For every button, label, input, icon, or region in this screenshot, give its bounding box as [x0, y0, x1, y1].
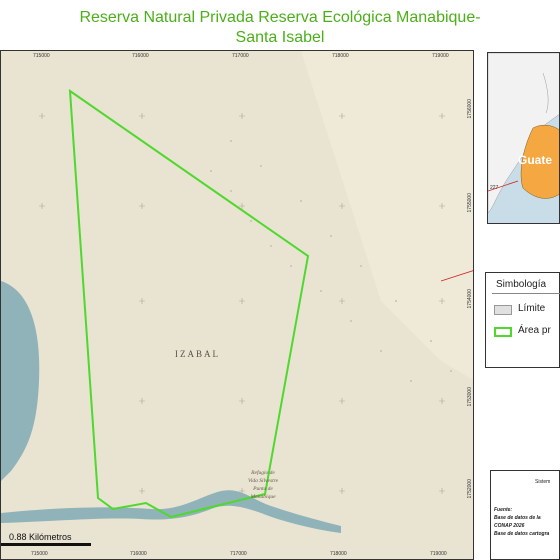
scale-bar — [1, 543, 91, 546]
x-tick-bottom: 718000 — [330, 551, 347, 557]
info-line: Base de datos cartogra — [494, 531, 550, 537]
y-tick-right: 1755000 — [467, 193, 473, 213]
main-map-frame[interactable]: 715000 716000 717000 718000 719000 71500… — [0, 50, 474, 560]
legend-divider — [492, 293, 560, 294]
inset-map[interactable]: 227 Guate — [487, 52, 560, 224]
x-tick-top: 718000 — [332, 53, 349, 59]
y-tick-right: 1752000 — [467, 479, 473, 499]
refuge-line: Refugio de — [251, 470, 275, 476]
y-tick-right: 1756000 — [467, 99, 473, 119]
legend-swatch-protected-area — [494, 327, 512, 337]
legend-panel: Simbología Límite Área pr — [485, 272, 560, 368]
refuge-line: Vida Silvestre — [247, 478, 279, 484]
x-tick-bottom: 719000 — [430, 551, 447, 557]
info-line: Base de datos de la — [494, 515, 541, 521]
legend-title: Simbología — [496, 279, 547, 290]
scale-label: 0.88 Kilómetros — [9, 532, 72, 542]
x-tick-top: 715000 — [33, 53, 50, 59]
inset-canvas — [488, 53, 559, 223]
y-tick-right: 1754000 — [467, 289, 473, 309]
x-tick-bottom: 717000 — [230, 551, 247, 557]
legend-swatch-limit — [494, 305, 512, 315]
title-line-2: Santa Isabel — [235, 29, 325, 46]
refuge-line: Manabique — [250, 494, 276, 500]
x-tick-bottom: 716000 — [130, 551, 147, 557]
legend-label-limit: Límite — [518, 303, 546, 314]
x-tick-top: 716000 — [132, 53, 149, 59]
y-tick-right: 1753000 — [467, 387, 473, 407]
region-label: IZABAL — [175, 349, 220, 359]
x-tick-bottom: 715000 — [31, 551, 48, 557]
info-system: Sistem — [535, 479, 551, 485]
map-title: Reserva Natural Privada Reserva Ecológic… — [0, 8, 560, 48]
info-line: CONAP 2026 — [494, 523, 525, 529]
x-tick-top: 717000 — [232, 53, 249, 59]
inset-tick-label: 227 — [490, 185, 499, 191]
info-source-label: Fuente: — [494, 507, 513, 513]
x-tick-top: 719000 — [432, 53, 449, 59]
legend-label-protected-area: Área pr — [518, 325, 551, 336]
inset-country-label: Guate — [518, 153, 553, 167]
info-panel: Sistem Fuente: Base de datos de la CONAP… — [490, 470, 560, 560]
refuge-line: Punta de — [253, 486, 273, 492]
title-line-1: Reserva Natural Privada Reserva Ecológic… — [79, 9, 481, 26]
refuge-label: Refugio de Vida Silvestre Punta de Manab… — [233, 469, 293, 501]
